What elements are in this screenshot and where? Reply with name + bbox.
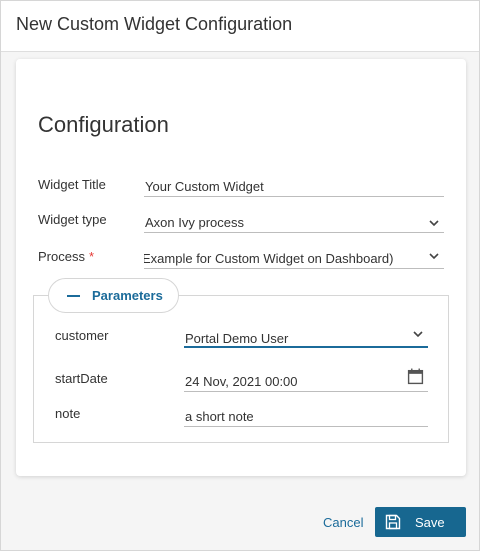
- widget-title-value: Your Custom Widget: [145, 179, 264, 194]
- save-label: Save: [415, 514, 445, 530]
- note-value: a short note: [185, 409, 254, 424]
- start-date-value: 24 Nov, 2021 00:00: [185, 374, 298, 389]
- note-label: note: [55, 406, 81, 421]
- parameters-toggle-label: Parameters: [92, 288, 163, 303]
- process-label: Process *: [38, 249, 95, 264]
- required-marker: *: [88, 249, 95, 264]
- dialog-header: New Custom Widget Configuration: [1, 1, 479, 52]
- note-input[interactable]: a short note: [184, 403, 428, 427]
- start-date-label: startDate: [55, 371, 108, 386]
- chevron-down-icon: [428, 250, 440, 262]
- start-date-input[interactable]: 24 Nov, 2021 00:00: [184, 368, 428, 392]
- configuration-heading: Configuration: [38, 112, 169, 137]
- parameters-toggle-button[interactable]: Parameters: [48, 278, 179, 313]
- customer-label: customer: [55, 328, 109, 343]
- save-button[interactable]: Save: [375, 507, 466, 537]
- chevron-down-icon: [429, 220, 439, 227]
- widget-title-label: Widget Title: [38, 177, 106, 192]
- process-value: Example for Custom Widget on Dashboard): [144, 251, 394, 266]
- cancel-button[interactable]: Cancel: [323, 515, 363, 530]
- calendar-icon[interactable]: [407, 368, 424, 385]
- save-icon: [385, 514, 401, 530]
- customer-select[interactable]: Portal Demo User: [184, 324, 428, 348]
- minus-icon: [67, 294, 80, 297]
- widget-type-select[interactable]: Axon Ivy process: [144, 209, 444, 233]
- widget-title-input[interactable]: Your Custom Widget: [144, 173, 444, 197]
- parameters-panel: customer Portal Demo User startDate 24 N…: [33, 295, 449, 443]
- customer-value: Portal Demo User: [185, 331, 289, 346]
- dialog-body: Configuration Widget Title Your Custom W…: [1, 52, 479, 550]
- configuration-card: Configuration Widget Title Your Custom W…: [16, 59, 466, 476]
- chevron-down-icon: [413, 331, 423, 338]
- widget-type-value: Axon Ivy process: [145, 215, 244, 230]
- custom-widget-dialog: New Custom Widget Configuration Configur…: [0, 0, 480, 551]
- dialog-title: New Custom Widget Configuration: [16, 14, 293, 34]
- process-select[interactable]: Example for Custom Widget on Dashboard): [144, 245, 444, 269]
- widget-type-label: Widget type: [38, 212, 107, 227]
